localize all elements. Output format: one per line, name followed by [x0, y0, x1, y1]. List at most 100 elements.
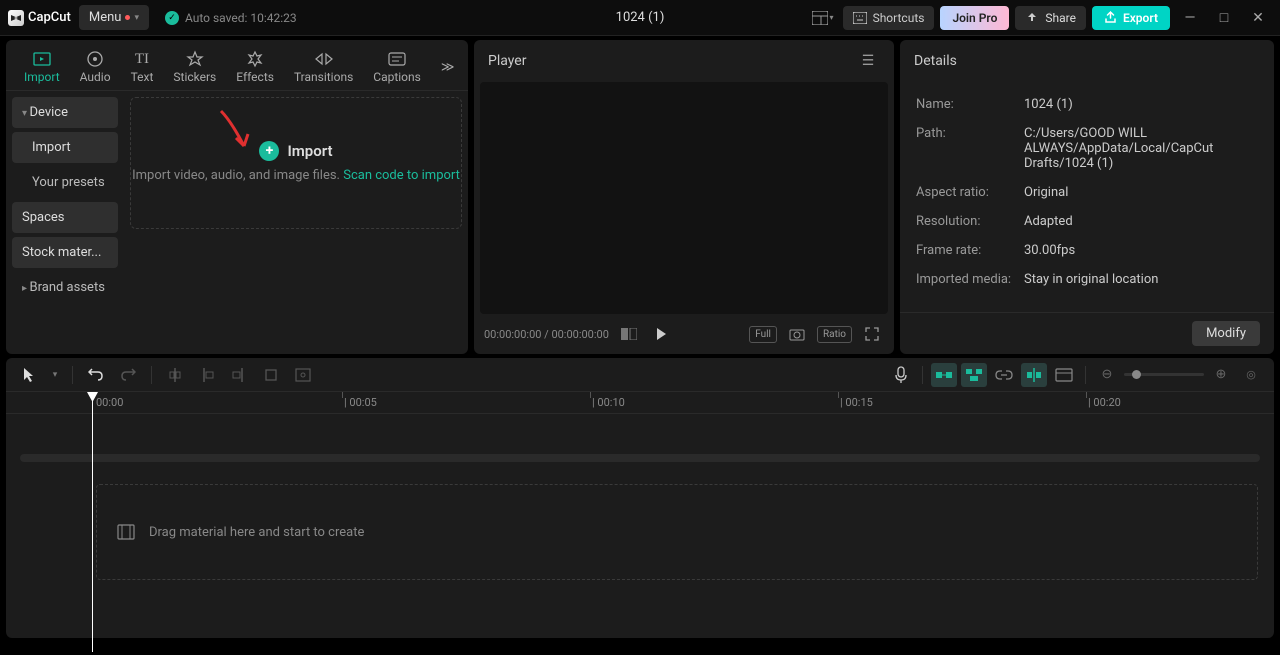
modify-button[interactable]: Modify — [1192, 321, 1260, 346]
label-framerate: Frame rate: — [916, 243, 1024, 258]
redo-icon — [120, 368, 136, 382]
pointer-tool-button[interactable] — [16, 363, 42, 387]
ratio-button[interactable]: Ratio — [817, 326, 852, 343]
export-label: Export — [1123, 11, 1158, 25]
timeline-tracks[interactable]: Drag material here and start to create — [6, 414, 1274, 454]
pointer-dropdown[interactable]: ▾ — [48, 363, 62, 387]
value-imported: Stay in original location — [1024, 272, 1258, 287]
link-button[interactable] — [991, 363, 1017, 387]
share-button[interactable]: Share — [1015, 6, 1086, 30]
split-button[interactable] — [162, 363, 188, 387]
full-button[interactable]: Full — [749, 326, 777, 343]
close-button[interactable]: ✕ — [1244, 6, 1272, 30]
tab-stickers[interactable]: Stickers — [163, 44, 226, 90]
menu-button[interactable]: Menu ▾ — [79, 5, 149, 30]
undo-button[interactable] — [83, 363, 109, 387]
preview-axis-button[interactable] — [1021, 363, 1047, 387]
snap-main-icon — [935, 369, 953, 381]
chevron-down-icon: ▾ — [830, 13, 834, 22]
import-dropzone[interactable]: + Import Import video, audio, and image … — [130, 97, 462, 229]
timeline-scrollbar[interactable] — [20, 454, 1260, 462]
scan-code-link[interactable]: Scan code to import — [343, 168, 460, 183]
hamburger-icon: ☰ — [862, 53, 875, 69]
tab-captions[interactable]: Captions — [363, 44, 431, 90]
tab-transitions[interactable]: Transitions — [284, 44, 363, 90]
delete-right-button[interactable] — [226, 363, 252, 387]
sidebar-item-import[interactable]: Import — [12, 132, 118, 163]
media-sidebar: Device Import Your presets Spaces Stock … — [6, 91, 124, 354]
app-logo: CapCut — [8, 10, 71, 26]
shortcuts-button[interactable]: Shortcuts — [843, 6, 935, 30]
freeze-icon — [295, 368, 311, 382]
tab-stickers-label: Stickers — [173, 70, 216, 84]
label-path: Path: — [916, 126, 1024, 171]
minimize-button[interactable]: — — [1176, 6, 1204, 30]
sidebar-item-spaces[interactable]: Spaces — [12, 202, 118, 233]
stickers-icon — [185, 50, 205, 68]
cover-button[interactable] — [1051, 363, 1077, 387]
fit-icon: ◎ — [1246, 368, 1256, 381]
label-imported: Imported media: — [916, 272, 1024, 287]
delete-left-button[interactable] — [194, 363, 220, 387]
tab-text[interactable]: TI Text — [121, 44, 164, 90]
maximize-button[interactable]: □ — [1210, 6, 1238, 30]
film-icon — [117, 524, 135, 540]
media-tabs: Import Audio TI Text Stickers Effects Tr… — [6, 40, 468, 91]
layout-button[interactable]: ▾ — [809, 6, 837, 30]
tab-import[interactable]: Import — [14, 44, 70, 90]
sidebar-item-presets[interactable]: Your presets — [12, 167, 118, 198]
timeline-panel: ▾ ⊖ ⊕ ◎ 00:00 | 00:05 | 00:10 — [6, 358, 1274, 638]
tabs-overflow-button[interactable]: ≫ — [431, 54, 465, 81]
app-name: CapCut — [28, 10, 71, 25]
magnet-main-button[interactable] — [931, 363, 957, 387]
ruler-mark: | 00:05 — [344, 396, 377, 409]
link-icon — [995, 370, 1013, 380]
sidebar-item-brand[interactable]: Brand assets — [12, 272, 118, 303]
slider-thumb[interactable] — [1132, 370, 1141, 379]
details-panel: Details Name:1024 (1) Path:C:/Users/GOOD… — [900, 40, 1274, 354]
tab-text-label: Text — [131, 70, 154, 84]
zoom-in-button[interactable]: ⊕ — [1208, 363, 1234, 387]
cut-left-icon — [200, 367, 214, 383]
tab-effects[interactable]: Effects — [226, 44, 284, 90]
sidebar-item-stock[interactable]: Stock mater... — [12, 237, 118, 268]
tab-transitions-label: Transitions — [294, 70, 353, 84]
titlebar: CapCut Menu ▾ ✓ Auto saved: 10:42:23 102… — [0, 0, 1280, 36]
export-button[interactable]: Export — [1092, 6, 1170, 30]
fullscreen-button[interactable] — [860, 322, 884, 346]
timeline-toolbar: ▾ ⊖ ⊕ ◎ — [6, 358, 1274, 392]
tab-audio[interactable]: Audio — [70, 44, 121, 90]
tab-audio-label: Audio — [80, 70, 111, 84]
ruler-mark: | 00:20 — [1088, 396, 1121, 409]
autosave-status: ✓ Auto saved: 10:42:23 — [165, 11, 297, 25]
player-viewport[interactable] — [480, 82, 888, 314]
join-pro-button[interactable]: Join Pro — [940, 6, 1009, 30]
player-controls: 00:00:00:00 / 00:00:00:00 Full Ratio — [474, 314, 894, 354]
freeze-button[interactable] — [290, 363, 316, 387]
player-timecode: 00:00:00:00 / 00:00:00:00 — [484, 328, 609, 341]
zoom-fit-button[interactable]: ◎ — [1238, 363, 1264, 387]
plus-circle-icon: + — [259, 141, 279, 161]
zoom-slider[interactable] — [1124, 373, 1204, 376]
track-dropzone[interactable]: Drag material here and start to create — [96, 484, 1258, 580]
snapshot-button[interactable] — [785, 322, 809, 346]
timeline-ruler[interactable]: 00:00 | 00:05 | 00:10 | 00:15 | 00:20 — [6, 392, 1274, 414]
record-button[interactable] — [888, 363, 914, 387]
value-framerate: 30.00fps — [1024, 243, 1258, 258]
redo-button[interactable] — [115, 363, 141, 387]
crop-button[interactable] — [258, 363, 284, 387]
notification-dot-icon — [125, 15, 130, 20]
annotation-arrow-icon — [216, 106, 256, 156]
zoom-out-button[interactable]: ⊖ — [1094, 363, 1120, 387]
player-menu-button[interactable]: ☰ — [856, 49, 880, 73]
snap-track-icon — [965, 368, 983, 382]
crop-icon — [264, 368, 278, 382]
sidebar-item-device[interactable]: Device — [12, 97, 118, 128]
details-title: Details — [914, 53, 957, 69]
magnet-track-button[interactable] — [961, 363, 987, 387]
compare-button[interactable] — [617, 322, 641, 346]
chevron-down-icon: ▾ — [134, 13, 139, 23]
check-circle-icon: ✓ — [165, 11, 179, 25]
play-button[interactable] — [649, 322, 673, 346]
effects-icon — [245, 50, 265, 68]
